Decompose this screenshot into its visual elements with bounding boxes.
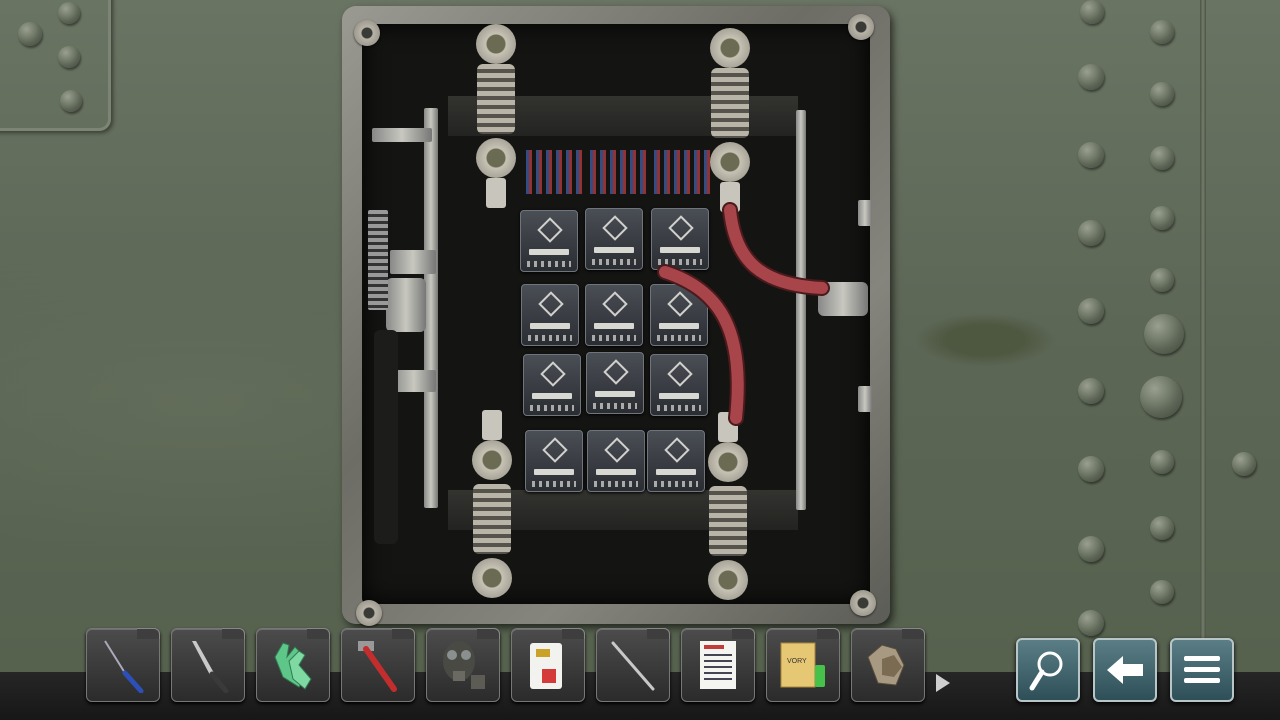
menu-button[interactable] bbox=[1170, 638, 1234, 702]
svg-text:VORY: VORY bbox=[787, 658, 807, 665]
rubber-gloves-icon bbox=[274, 642, 312, 690]
inventory-slot-scalpel[interactable] bbox=[596, 628, 670, 702]
screwdriver-icon bbox=[104, 640, 144, 693]
arrow-right-icon[interactable] bbox=[936, 674, 950, 692]
hint-button[interactable] bbox=[1016, 638, 1080, 702]
back-arrow-icon bbox=[1107, 656, 1143, 684]
folder-with-bottle-icon: VORY bbox=[780, 642, 825, 688]
inventory-slot-gas-mask[interactable] bbox=[426, 628, 500, 702]
menu-icon bbox=[1184, 656, 1220, 683]
document-list-icon bbox=[700, 641, 736, 689]
red-cables[interactable] bbox=[0, 0, 1280, 720]
inventory-slot-id-card[interactable] bbox=[511, 628, 585, 702]
inventory-slot-pipe-wrench[interactable] bbox=[341, 628, 415, 702]
inventory-slot-folder-with-bottle[interactable]: VORY bbox=[766, 628, 840, 702]
game-scene bbox=[0, 0, 1280, 720]
inventory-slot-rubber-gloves[interactable] bbox=[256, 628, 330, 702]
back-button[interactable] bbox=[1093, 638, 1157, 702]
work-gloves-icon bbox=[867, 644, 905, 686]
id-card-icon bbox=[530, 643, 562, 689]
inventory-slot-work-gloves[interactable] bbox=[851, 628, 925, 702]
inventory-slot-screwdriver[interactable] bbox=[86, 628, 160, 702]
inventory-slot-knife[interactable] bbox=[171, 628, 245, 702]
scalpel-icon bbox=[611, 641, 655, 691]
magnifier-icon bbox=[1029, 651, 1063, 691]
gas-mask-icon bbox=[443, 641, 485, 689]
inventory-slot-document-list[interactable] bbox=[681, 628, 755, 702]
knife-icon bbox=[192, 641, 229, 693]
pipe-wrench-icon bbox=[358, 641, 397, 692]
